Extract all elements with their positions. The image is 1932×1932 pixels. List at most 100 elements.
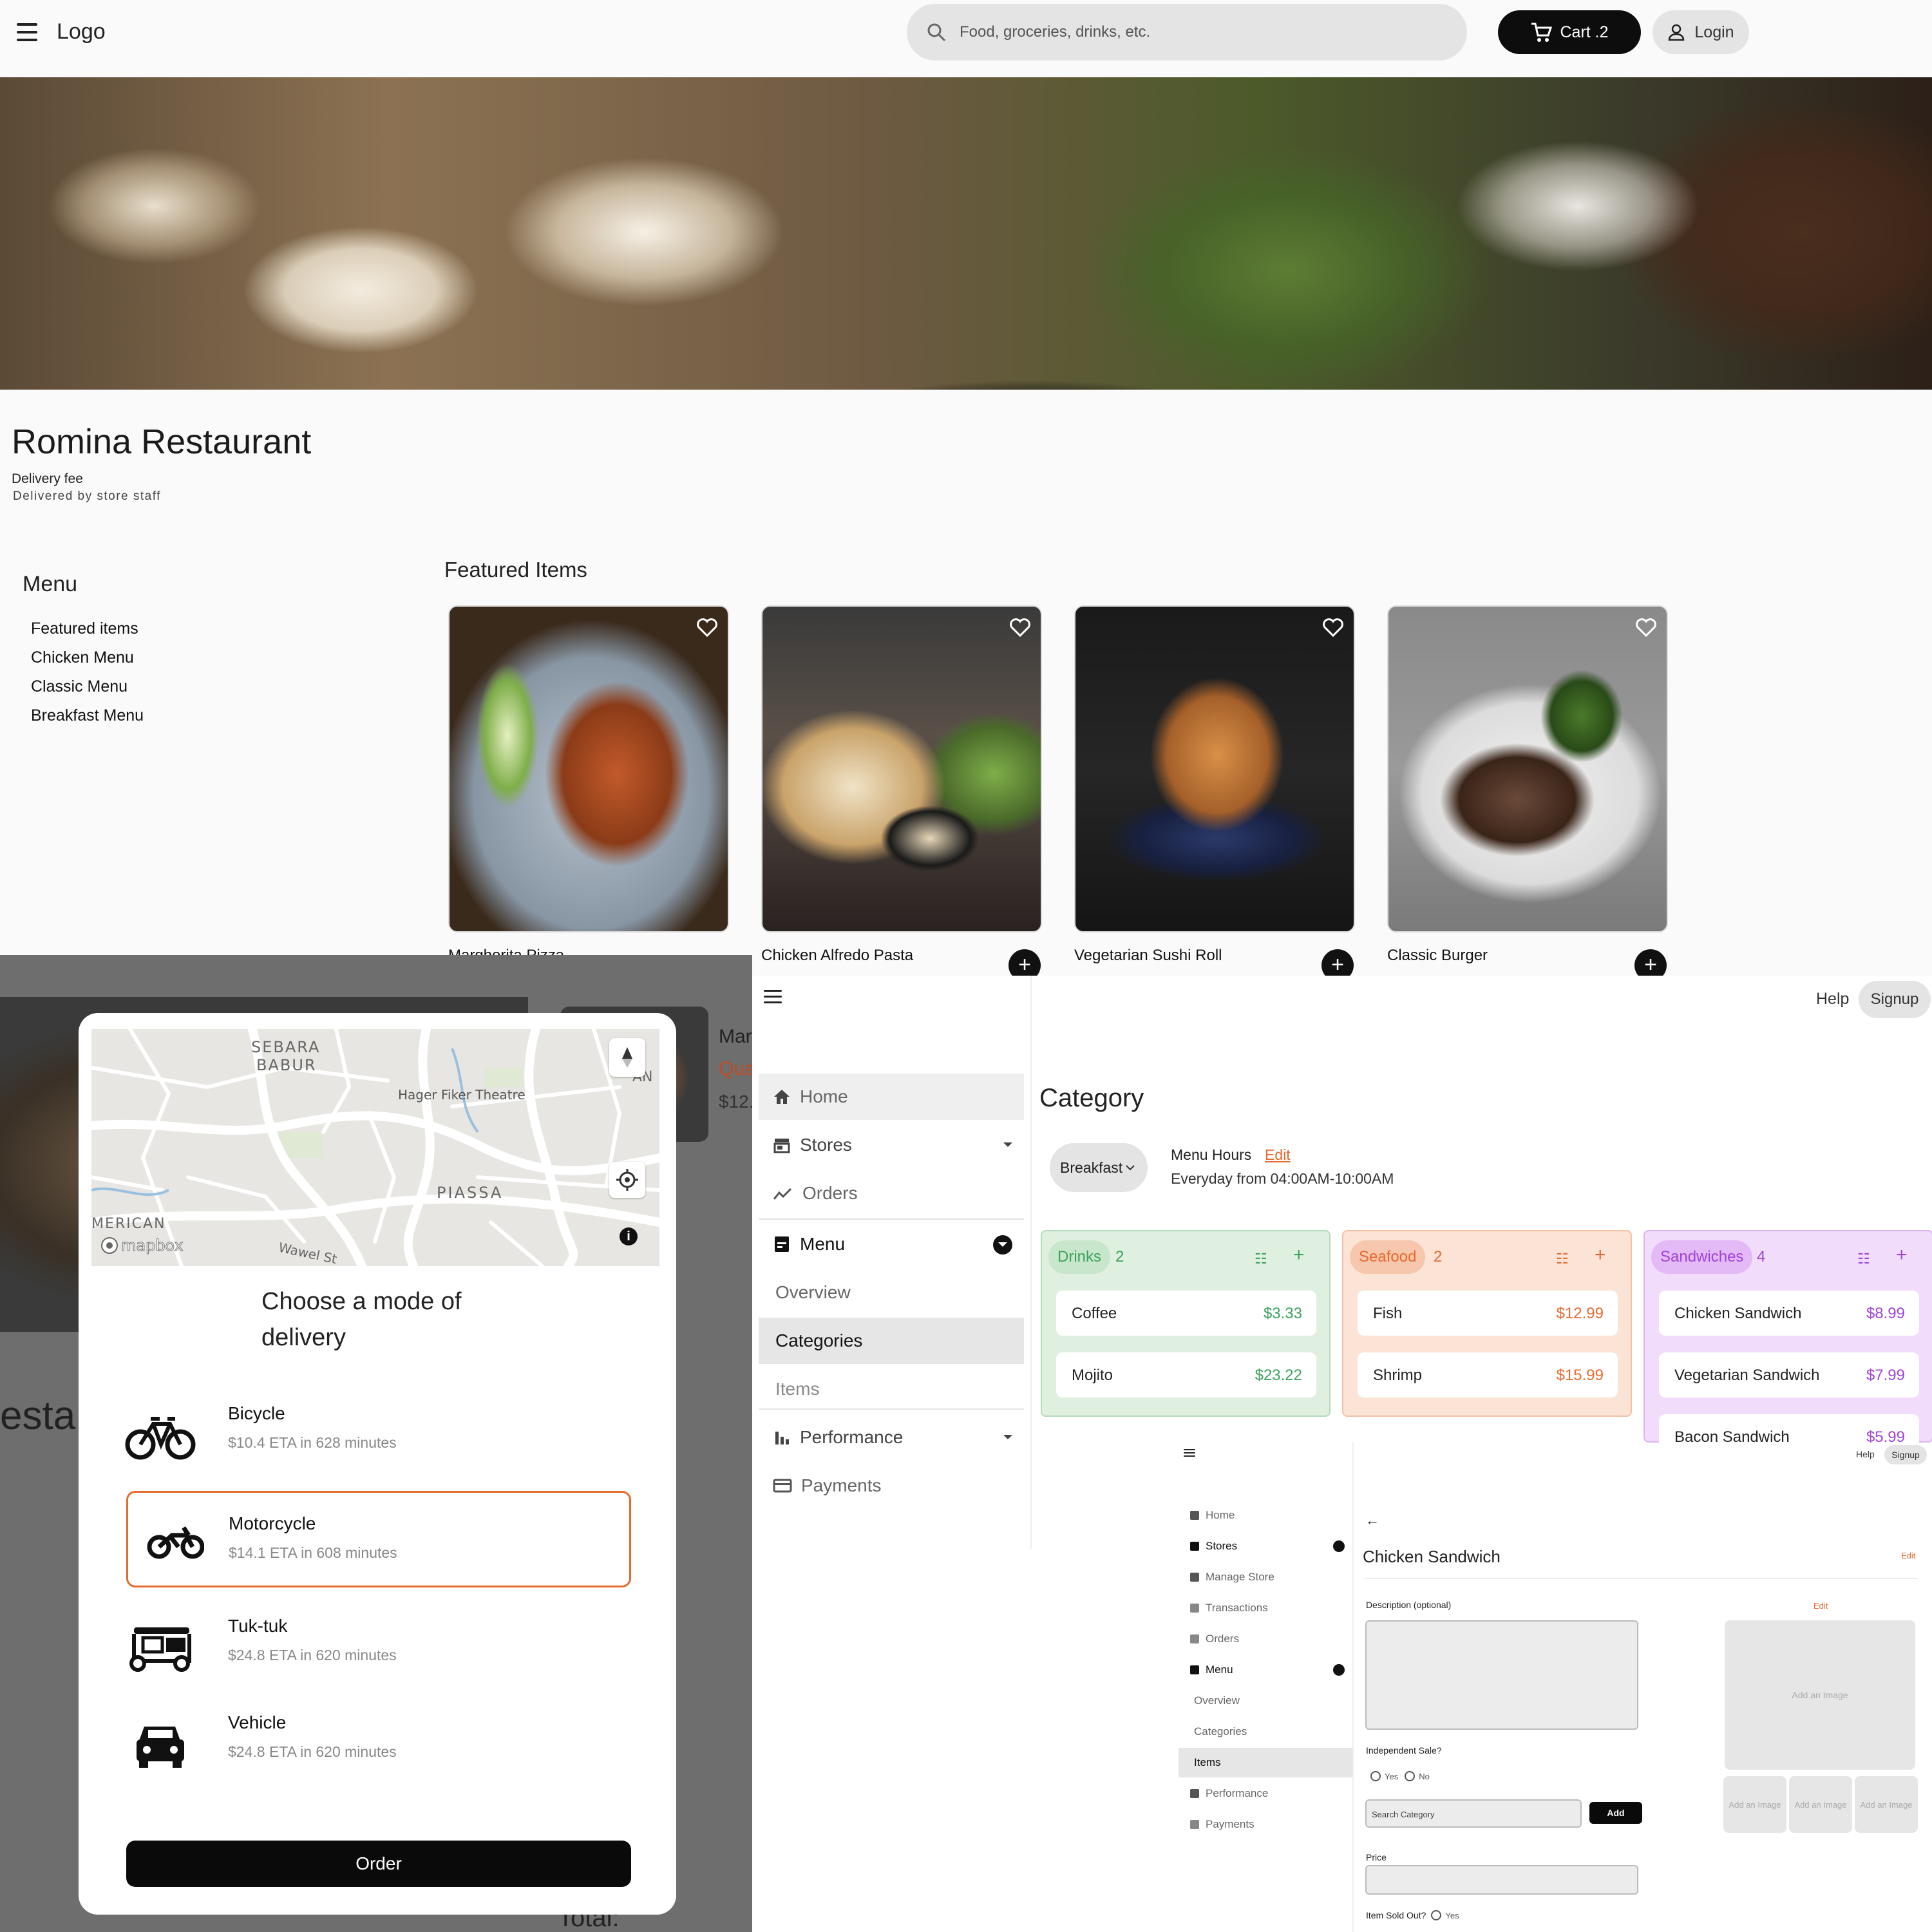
- featured-card-3[interactable]: [1074, 605, 1355, 933]
- geolocate-button[interactable]: [609, 1162, 645, 1198]
- delivery-option-bicycle[interactable]: Bicycle $10.4 ETA in 628 minutes: [125, 1387, 627, 1482]
- heart-icon[interactable]: [1009, 616, 1032, 639]
- trending-icon: [773, 1188, 792, 1200]
- order-button[interactable]: Order: [126, 1841, 631, 1887]
- category-item[interactable]: Fish $12.99: [1358, 1291, 1618, 1336]
- sidebar-subitem-categories[interactable]: Categories: [1179, 1717, 1352, 1747]
- sidebar-item-payments[interactable]: Payments: [759, 1463, 1024, 1509]
- add-to-cart-button[interactable]: +: [1634, 949, 1667, 976]
- delivery-option-vehicle[interactable]: Vehicle $24.8 ETA in 620 minutes: [125, 1696, 627, 1791]
- divider: [759, 1218, 1024, 1220]
- delivery-option-motorcycle[interactable]: Motorcycle $14.1 ETA in 608 minutes: [126, 1491, 631, 1587]
- delivery-option-details: $24.8 ETA in 620 minutes: [228, 1647, 397, 1663]
- heart-icon[interactable]: [1634, 616, 1658, 639]
- heart-icon[interactable]: [1321, 616, 1345, 639]
- menu-link-classic[interactable]: Classic Menu: [31, 677, 128, 696]
- search-category-input[interactable]: Search Category: [1365, 1799, 1582, 1828]
- map[interactable]: SEBARA BABUR Hager Fiker Theatre PIASSA …: [91, 1029, 659, 1266]
- featured-heading: Featured Items: [444, 558, 587, 582]
- add-item-icon[interactable]: +: [1595, 1244, 1606, 1266]
- price-label: Price: [1366, 1852, 1387, 1862]
- tune-icon[interactable]: ☷: [1857, 1251, 1870, 1267]
- sidebar-item-menu[interactable]: Menu: [1179, 1655, 1352, 1685]
- add-to-cart-button[interactable]: +: [1009, 949, 1041, 976]
- signup-button[interactable]: Signup: [1884, 1445, 1927, 1464]
- menu-link-featured[interactable]: Featured items: [31, 620, 138, 638]
- hero-banner-image: [0, 77, 1932, 390]
- login-button[interactable]: Login: [1653, 10, 1749, 54]
- back-arrow-icon[interactable]: ←: [1365, 1512, 1379, 1529]
- add-to-cart-button[interactable]: +: [1321, 949, 1354, 976]
- category-item[interactable]: Coffee $3.33: [1056, 1291, 1316, 1336]
- sidebar-item-home[interactable]: Home: [759, 1074, 1024, 1120]
- featured-card-4[interactable]: [1387, 605, 1668, 933]
- menu-link-chicken[interactable]: Chicken Menu: [31, 649, 134, 667]
- background-text: $12.9: [719, 1092, 752, 1112]
- sidebar-item-menu[interactable]: Menu: [759, 1221, 1024, 1267]
- add-image-thumb[interactable]: Add an Image: [1723, 1776, 1786, 1833]
- item-price: $15.99: [1556, 1367, 1604, 1384]
- add-item-icon[interactable]: +: [1293, 1244, 1305, 1266]
- featured-card-1[interactable]: [448, 605, 729, 933]
- category-item[interactable]: Shrimp $15.99: [1358, 1352, 1618, 1397]
- sidebar-item-performance[interactable]: Performance: [759, 1414, 1024, 1461]
- sidebar-item-payments[interactable]: Payments: [1179, 1810, 1352, 1839]
- radio-yes[interactable]: [1370, 1771, 1381, 1781]
- sidebar-subitem-categories[interactable]: Categories: [759, 1318, 1024, 1364]
- category-count: 2: [1115, 1248, 1124, 1265]
- sidebar-item-stores[interactable]: Stores: [1179, 1531, 1352, 1561]
- add-image-main[interactable]: Add an Image: [1725, 1620, 1915, 1770]
- tune-icon[interactable]: ☷: [1255, 1251, 1267, 1267]
- price-input[interactable]: [1365, 1865, 1638, 1895]
- category-chip[interactable]: Drinks: [1048, 1240, 1111, 1274]
- sidebar-subitem-items[interactable]: Items: [759, 1366, 1024, 1412]
- signup-button[interactable]: Signup: [1859, 981, 1931, 1018]
- sidebar-subitem-manage-store[interactable]: Manage Store: [1179, 1562, 1352, 1592]
- hamburger-menu-icon[interactable]: [764, 990, 783, 1005]
- category-item[interactable]: Mojito $23.22: [1056, 1352, 1316, 1397]
- logo[interactable]: Logo: [57, 19, 106, 44]
- add-item-icon[interactable]: +: [1896, 1244, 1908, 1266]
- category-column-seafood: Seafood 2 ☷ + Fish $12.99 Shrimp $15.99: [1342, 1230, 1632, 1417]
- menu-select[interactable]: Breakfast: [1050, 1143, 1148, 1192]
- featured-card-2[interactable]: [761, 605, 1042, 933]
- help-link[interactable]: Help: [1856, 1449, 1875, 1459]
- category-item[interactable]: Chicken Sandwich $8.99: [1659, 1291, 1919, 1336]
- description-textarea[interactable]: [1365, 1620, 1638, 1730]
- add-image-thumb[interactable]: Add an Image: [1789, 1776, 1852, 1833]
- help-link[interactable]: Help: [1816, 990, 1849, 1009]
- add-image-thumb[interactable]: Add an Image: [1855, 1776, 1918, 1833]
- sidebar-item-stores[interactable]: Stores: [759, 1122, 1024, 1168]
- search-input[interactable]: Food, groceries, drinks, etc.: [960, 23, 1150, 41]
- radio-sold-out-yes[interactable]: [1431, 1910, 1442, 1920]
- sidebar-subitem-overview[interactable]: Overview: [759, 1269, 1024, 1316]
- edit-image-link[interactable]: Edit: [1814, 1601, 1828, 1611]
- sidebar-subitem-items[interactable]: Items: [1179, 1748, 1352, 1777]
- hamburger-menu-icon[interactable]: [17, 23, 37, 41]
- info-icon[interactable]: i: [620, 1227, 638, 1245]
- sidebar-item-home[interactable]: Home: [1179, 1501, 1352, 1530]
- category-chip[interactable]: Sandwiches: [1651, 1240, 1753, 1274]
- sidebar-item-orders[interactable]: Orders: [759, 1170, 1024, 1217]
- map-label: SEBARA: [251, 1038, 321, 1056]
- menu-link-breakfast[interactable]: Breakfast Menu: [31, 706, 144, 725]
- add-category-button[interactable]: Add: [1589, 1802, 1642, 1824]
- radio-no[interactable]: [1405, 1771, 1416, 1781]
- sidebar-subitem-overview[interactable]: Overview: [1179, 1686, 1352, 1716]
- bar-chart-icon: [775, 1432, 789, 1444]
- item-price: $12.99: [1556, 1305, 1604, 1322]
- cart-button[interactable]: Cart .2: [1498, 10, 1641, 54]
- search-bar[interactable]: Food, groceries, drinks, etc.: [907, 4, 1467, 61]
- tune-icon[interactable]: ☷: [1556, 1251, 1569, 1267]
- heart-icon[interactable]: [696, 616, 719, 639]
- delivery-option-tuktuk[interactable]: Tuk-tuk $24.8 ETA in 620 minutes: [125, 1599, 627, 1694]
- edit-hours-link[interactable]: Edit: [1265, 1146, 1291, 1164]
- category-item[interactable]: Vegetarian Sandwich $7.99: [1659, 1352, 1919, 1397]
- category-chip[interactable]: Seafood: [1350, 1240, 1426, 1274]
- edit-link[interactable]: Edit: [1901, 1551, 1915, 1560]
- sidebar-subitem-transactions[interactable]: Transactions: [1179, 1593, 1352, 1623]
- hamburger-menu-icon[interactable]: [1184, 1449, 1197, 1458]
- compass-button[interactable]: [609, 1038, 645, 1077]
- sidebar-item-orders[interactable]: Orders: [1179, 1624, 1352, 1654]
- sidebar-item-performance[interactable]: Performance: [1179, 1779, 1352, 1808]
